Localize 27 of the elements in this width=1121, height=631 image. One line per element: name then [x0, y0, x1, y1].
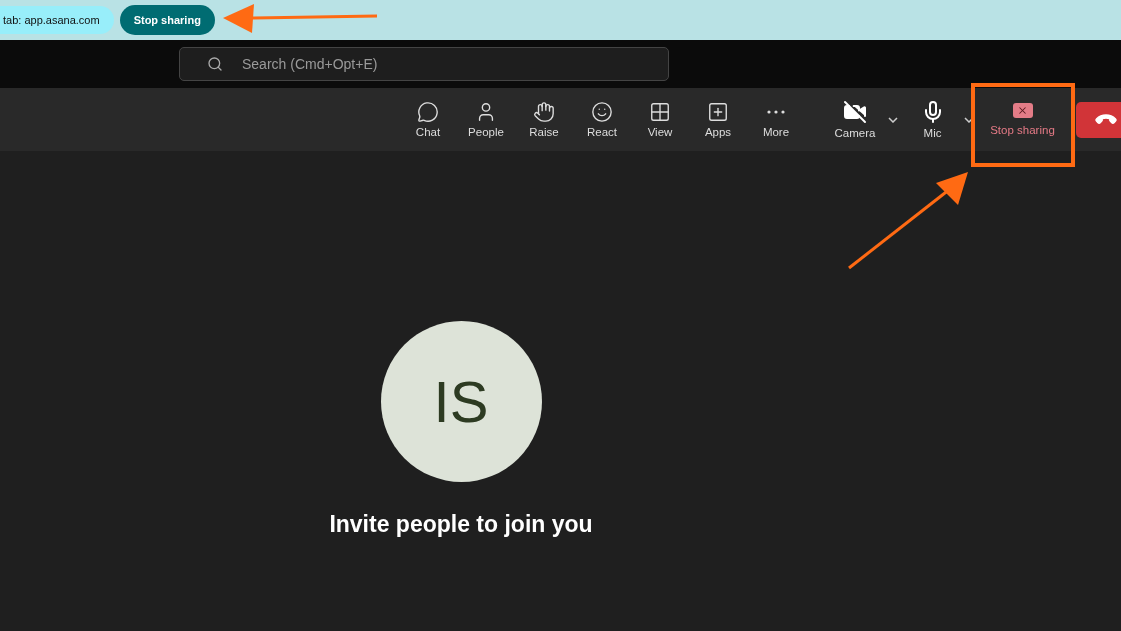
plus-square-icon	[707, 101, 729, 123]
search-field[interactable]: Search (Cmd+Opt+E)	[179, 47, 669, 81]
apps-button[interactable]: Apps	[689, 91, 747, 148]
camera-button[interactable]: Camera	[826, 91, 884, 148]
stop-sharing-toolbar-button[interactable]: Stop sharing	[975, 91, 1070, 148]
chevron-down-icon	[888, 116, 898, 123]
video-camera-off-icon	[843, 100, 867, 124]
stop-share-icon	[1012, 103, 1033, 118]
end-call-button[interactable]	[1076, 101, 1121, 138]
shared-tab-label: tab: app.asana.com	[0, 6, 114, 34]
hand-icon	[533, 101, 555, 123]
ellipsis-icon	[767, 110, 785, 114]
more-button[interactable]: More	[747, 91, 805, 148]
raise-button[interactable]: Raise	[515, 91, 573, 148]
view-button[interactable]: View	[631, 91, 689, 148]
chat-button[interactable]: Chat	[399, 91, 457, 148]
chevron-down-icon	[964, 116, 974, 123]
smiley-icon	[591, 101, 613, 123]
stop-sharing-button[interactable]: Stop sharing	[119, 5, 215, 35]
react-button[interactable]: React	[573, 91, 631, 148]
avatar-initials: IS	[380, 321, 542, 482]
people-button[interactable]: People	[457, 91, 515, 148]
search-icon	[207, 56, 223, 72]
grid-icon	[649, 101, 671, 123]
chat-icon	[417, 101, 439, 123]
invite-caption: Invite people to join you	[329, 511, 593, 538]
mic-button[interactable]: Mic	[902, 91, 963, 148]
